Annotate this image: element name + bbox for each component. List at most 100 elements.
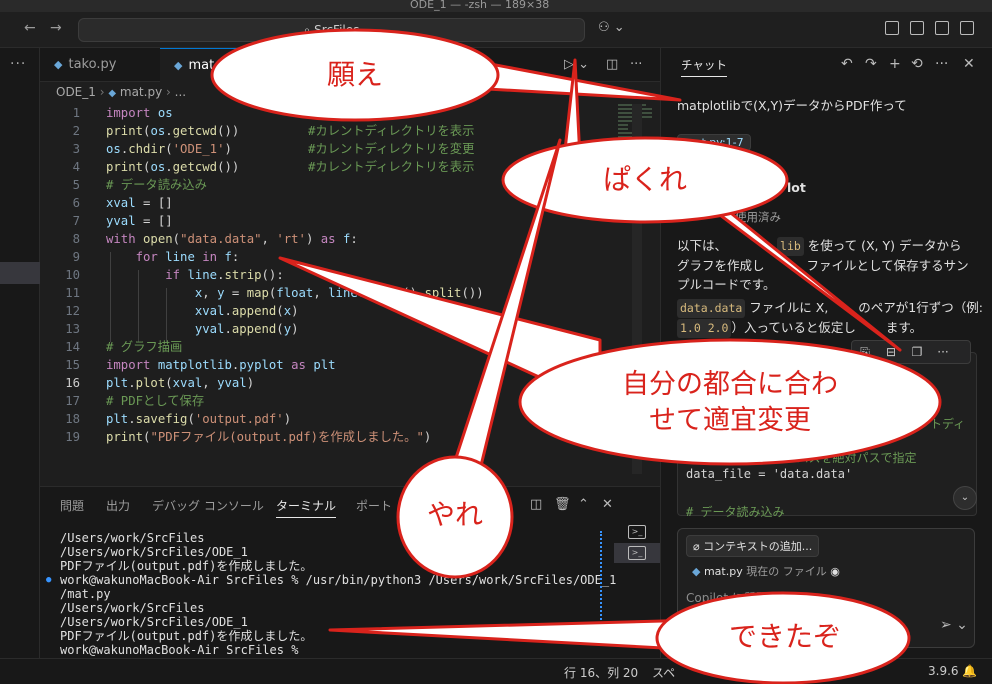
more-icon[interactable]: ··· (930, 341, 956, 363)
terminal-line: PDFファイル(output.pdf)を作成しました。 (60, 629, 313, 643)
annotation-text: ぱくれ (602, 163, 687, 196)
panel-tab-ports[interactable]: ポート (356, 497, 392, 514)
scroll-down-button[interactable]: ⌄ (953, 486, 977, 510)
text: ）入っていると仮定し (731, 320, 856, 335)
command-bar: ← → ⌕ SrcFiles ⚇ ⌄ (0, 12, 992, 48)
current-file-chip[interactable]: ◆ mat.py 現在の ファイル ◉ (686, 561, 846, 581)
text: グラフを作成し (677, 258, 765, 273)
add-context-label: コンテキストの追加... (703, 540, 813, 553)
redo-icon[interactable]: ↷ (865, 56, 877, 72)
terminal-instance-icon[interactable]: >_ (628, 546, 646, 560)
copy-icon[interactable]: ❐ (904, 341, 930, 363)
text: ファイルに X, (745, 300, 829, 315)
insert-at-cursor-icon[interactable]: ⊟ (878, 341, 904, 363)
line-number: 14 (65, 340, 80, 354)
line-number: 16 (65, 376, 80, 390)
trash-icon[interactable]: 🗑 (554, 497, 571, 512)
toggle-sidebar-icon[interactable] (910, 21, 924, 35)
terminal-instance-icon[interactable]: >_ (628, 525, 646, 539)
code-text: os.chdir('ODE_1') (106, 142, 232, 156)
command-center-search[interactable]: ⌕ SrcFiles (78, 18, 585, 42)
line-number: 17 (65, 394, 80, 408)
tab-tako-py[interactable]: ◆ tako.py (40, 48, 160, 82)
annotation-text: 自分の都合に合わ (622, 369, 838, 400)
terminal-line: /Users/work/SrcFiles/ODE_1 (60, 545, 248, 559)
annotation-text: せて適宜変更 (649, 405, 811, 436)
new-chat-icon[interactable]: + (889, 56, 901, 72)
breadcrumb-file[interactable]: mat.py (120, 85, 162, 99)
arrow-left-icon[interactable]: ← (24, 20, 36, 36)
line-number: 15 (65, 358, 80, 372)
code-comment: #カレントディレクトリを表示 (308, 160, 475, 174)
tab-label: tako.py (68, 57, 117, 72)
line-number: 4 (72, 160, 80, 174)
window-title-bar: ODE_1 — -zsh — 189×38 (0, 0, 992, 12)
panel-tab-problems[interactable]: 問題 (60, 497, 84, 514)
assistant-paragraph: 以下は、 lib を使って (X, Y) データから グラフを作成し ファイルとして… (677, 236, 969, 294)
terminal-output[interactable]: /Users/work/SrcFiles /Users/work/SrcFile… (46, 531, 620, 657)
layout-customize-icon[interactable] (885, 21, 899, 35)
file-reference-chip[interactable]: mat.py:1-7 (677, 134, 751, 151)
split-terminal-icon[interactable]: ◫ (530, 497, 542, 512)
cursor-position[interactable]: 行 16、列 20 (564, 664, 638, 681)
code-text: import os (106, 106, 173, 120)
run-icon[interactable]: ▷ ⌄ (564, 57, 589, 72)
indentation-status[interactable]: スペ (652, 664, 675, 681)
terminal-line: work@wakunoMacBook-Air SrcFiles % (60, 643, 306, 657)
annotation-text: やれ (426, 498, 483, 531)
line-number: 19 (65, 430, 80, 444)
breadcrumb-folder[interactable]: ODE_1 (56, 85, 96, 99)
line-number: 2 (72, 124, 80, 138)
add-context-button[interactable]: ⌀ コンテキストの追加... (686, 535, 820, 557)
text: を使って (X, Y) データから (803, 238, 962, 253)
code-text: print(os.getcwd()) (106, 160, 240, 174)
used-references-note[interactable]: 使用済み (735, 208, 781, 227)
line-number: 12 (65, 304, 80, 318)
command-decoration-icon[interactable]: ● (46, 573, 51, 587)
copilot-menu-icon[interactable]: ⚇ ⌄ (598, 20, 625, 35)
bell-icon[interactable]: 🔔 (962, 664, 977, 678)
code-text: print(os.getcwd()) (106, 124, 240, 138)
panel-tab-debug-console[interactable]: デバッグ コンソール (152, 497, 264, 514)
code-text: yval = [] (106, 214, 173, 228)
toggle-panel-icon[interactable] (935, 21, 949, 35)
inline-code: 1.0 2.0 (677, 319, 732, 338)
panel-tab-terminal[interactable]: ターミナル (276, 497, 337, 518)
terminal-line: /mat.py (60, 587, 111, 601)
close-icon[interactable]: ✕ (963, 56, 975, 72)
line-number: 1 (72, 106, 80, 120)
close-icon[interactable]: ✕ (602, 497, 613, 512)
code-text: xval.append(x) (194, 304, 299, 318)
code-text: # PDFとして保存 (106, 394, 205, 408)
apply-in-editor-icon[interactable]: ⎘ (852, 341, 878, 363)
window-title: ODE_1 — -zsh — 189×38 (410, 0, 550, 11)
more-icon[interactable]: ··· (630, 57, 642, 72)
terminal-line: /Users/work/SrcFiles (60, 531, 205, 545)
chat-panel: チャット ↶ ↷ + ⟲ ··· ✕ matplotlibで(X,Y)データから… (660, 48, 992, 658)
split-editor-icon[interactable]: ◫ (606, 57, 618, 72)
arrow-right-icon[interactable]: → (50, 20, 62, 36)
more-actions-icon[interactable]: ··· (10, 56, 26, 72)
breadcrumb-more[interactable]: ... (175, 85, 186, 99)
code-line: data_file = 'data.data' (686, 467, 853, 481)
terminal-scroll-indicator (600, 531, 604, 643)
undo-icon[interactable]: ↶ (841, 56, 853, 72)
status-bar: 行 16、列 20 スペ 3.9.6 🔔 (0, 658, 992, 684)
python-version[interactable]: 3.9.6 (928, 664, 959, 678)
chevron-up-icon[interactable]: ⌃ (578, 497, 589, 512)
terminal-list: >_ >_ (614, 521, 660, 581)
explorer-selected-item[interactable] (0, 262, 40, 284)
current-file-note: 現在の ファイル (746, 565, 827, 578)
more-icon[interactable]: ··· (935, 56, 948, 72)
chat-input-placeholder: Copilot に質問 (686, 591, 768, 605)
send-icon[interactable]: ➢ ⌄ (940, 617, 968, 633)
chat-header[interactable]: チャット (681, 57, 727, 77)
toggle-secondary-sidebar-icon[interactable] (960, 21, 974, 35)
history-icon[interactable]: ⟲ (911, 56, 923, 72)
line-number: 3 (72, 142, 80, 156)
panel-tab-output[interactable]: 出力 (106, 497, 130, 514)
eye-icon[interactable]: ◉ (830, 565, 840, 578)
code-text: if line.strip(): (165, 268, 284, 282)
terminal-line: /Users/work/SrcFiles (60, 601, 205, 615)
text: 以下は、 (677, 238, 728, 253)
